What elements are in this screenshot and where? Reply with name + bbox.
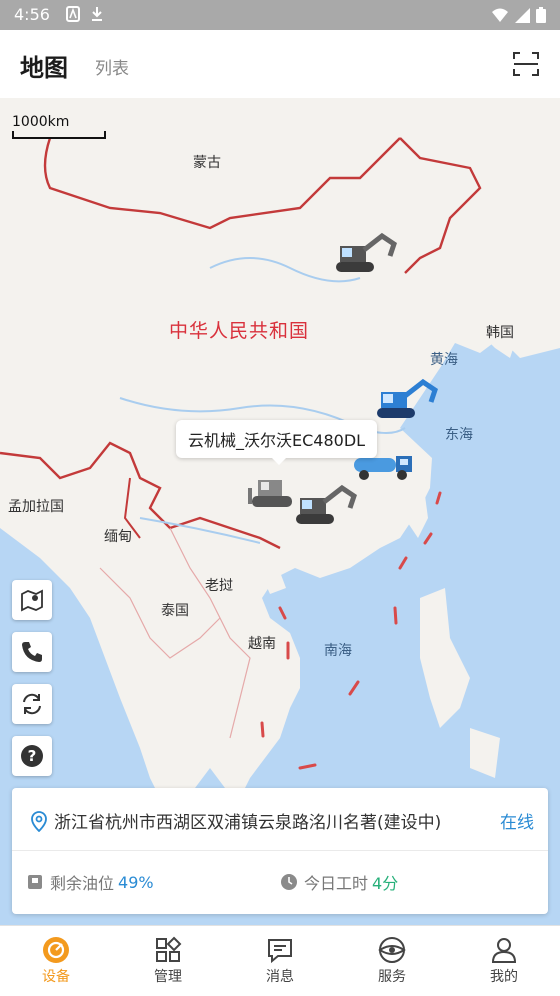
device-icon xyxy=(43,937,69,963)
wifi-icon xyxy=(492,8,508,22)
bulldozer-marker[interactable] xyxy=(248,470,298,510)
battery-icon xyxy=(536,7,546,23)
notification-icons xyxy=(66,6,104,22)
tab-map[interactable]: 地图 xyxy=(20,48,68,83)
work-time: 今日工时 4分 xyxy=(280,870,398,894)
refresh-icon xyxy=(23,693,41,715)
card-divider xyxy=(12,850,548,851)
app-bar: 地图 列表 xyxy=(0,30,560,98)
nav-label-mine: 我的 xyxy=(490,969,518,985)
app-notification-icon xyxy=(66,6,80,22)
tab-list[interactable]: 列表 xyxy=(95,54,129,79)
user-icon xyxy=(491,938,517,963)
device-address-text: 浙江省杭州市西湖区双浦镇云泉路洺川名著(建设中) xyxy=(54,813,442,833)
nav-item-messages[interactable]: 消息 xyxy=(240,934,320,986)
service-icon xyxy=(378,937,406,963)
nav-item-device[interactable]: 设备 xyxy=(16,934,96,986)
scan-icon[interactable] xyxy=(512,50,540,78)
device-address: 浙江省杭州市西湖区双浦镇云泉路洺川名著(建设中) xyxy=(28,808,441,833)
map-label-vietnam: 越南 xyxy=(248,636,276,652)
map-label-south-sea: 南海 xyxy=(324,643,352,659)
help-button[interactable]: ? xyxy=(12,736,52,776)
nav-label-manage: 管理 xyxy=(154,969,182,985)
download-icon xyxy=(92,7,102,21)
call-button[interactable] xyxy=(12,632,52,672)
nav-item-manage[interactable]: 管理 xyxy=(128,934,208,986)
device-info-card[interactable]: 浙江省杭州市西湖区双浦镇云泉路洺川名著(建设中) 在线 剩余油位 49% 今日工… xyxy=(12,788,548,914)
nav-label-messages: 消息 xyxy=(266,969,294,985)
map-scale-bar xyxy=(12,131,106,139)
bottom-nav: 设备 管理 消息 服务 我的 xyxy=(0,925,560,996)
status-time: 4:56 xyxy=(14,5,50,24)
help-icon: ? xyxy=(21,745,43,767)
fuel-icon xyxy=(28,875,42,889)
map-pin-icon xyxy=(21,589,43,612)
excavator-marker-east[interactable] xyxy=(375,378,439,424)
status-bar: 4:56 xyxy=(0,0,560,30)
work-time-label: 今日工时 xyxy=(304,874,369,893)
map-label-myanmar: 缅甸 xyxy=(104,529,132,545)
location-pin-icon xyxy=(31,810,47,832)
grid-icon xyxy=(156,936,182,962)
fuel-level: 剩余油位 49% xyxy=(26,870,154,894)
map-label-mongolia: 蒙古 xyxy=(193,155,221,171)
map-scale-label: 1000km xyxy=(12,114,70,130)
map-location-button[interactable] xyxy=(12,580,52,620)
fuel-label: 剩余油位 xyxy=(50,874,115,893)
map-label-china: 中华人民共和国 xyxy=(169,320,310,342)
machine-tooltip[interactable]: 云机械_沃尔沃EC480DL xyxy=(176,420,378,465)
nav-item-mine[interactable]: 我的 xyxy=(464,934,544,986)
fuel-value: 49% xyxy=(118,872,154,892)
nav-item-service[interactable]: 服务 xyxy=(352,934,432,986)
map-label-east-sea: 东海 xyxy=(445,427,473,443)
phone-icon xyxy=(22,642,42,662)
map-label-korea: 韩国 xyxy=(486,325,514,341)
message-icon xyxy=(268,939,292,964)
refresh-button[interactable] xyxy=(12,684,52,724)
work-time-value: 4分 xyxy=(372,874,399,893)
nav-label-device: 设备 xyxy=(42,969,70,985)
nav-label-service: 服务 xyxy=(378,969,406,985)
map-label-thailand: 泰国 xyxy=(161,603,189,619)
clock-icon xyxy=(281,874,297,890)
signal-icon xyxy=(515,7,530,23)
map-label-laos: 老挝 xyxy=(205,578,233,594)
svg-text:?: ? xyxy=(28,747,37,765)
system-icons xyxy=(491,7,546,23)
excavator-marker-north[interactable] xyxy=(334,232,398,278)
map-label-bangladesh: 孟加拉国 xyxy=(8,499,64,515)
excavator-marker-south[interactable] xyxy=(294,484,358,530)
map-label-yellow-sea: 黄海 xyxy=(430,352,458,368)
machine-tooltip-label: 云机械_沃尔沃EC480DL xyxy=(188,431,366,450)
map-scale: 1000km xyxy=(12,114,106,139)
online-status: 在线 xyxy=(500,813,534,833)
